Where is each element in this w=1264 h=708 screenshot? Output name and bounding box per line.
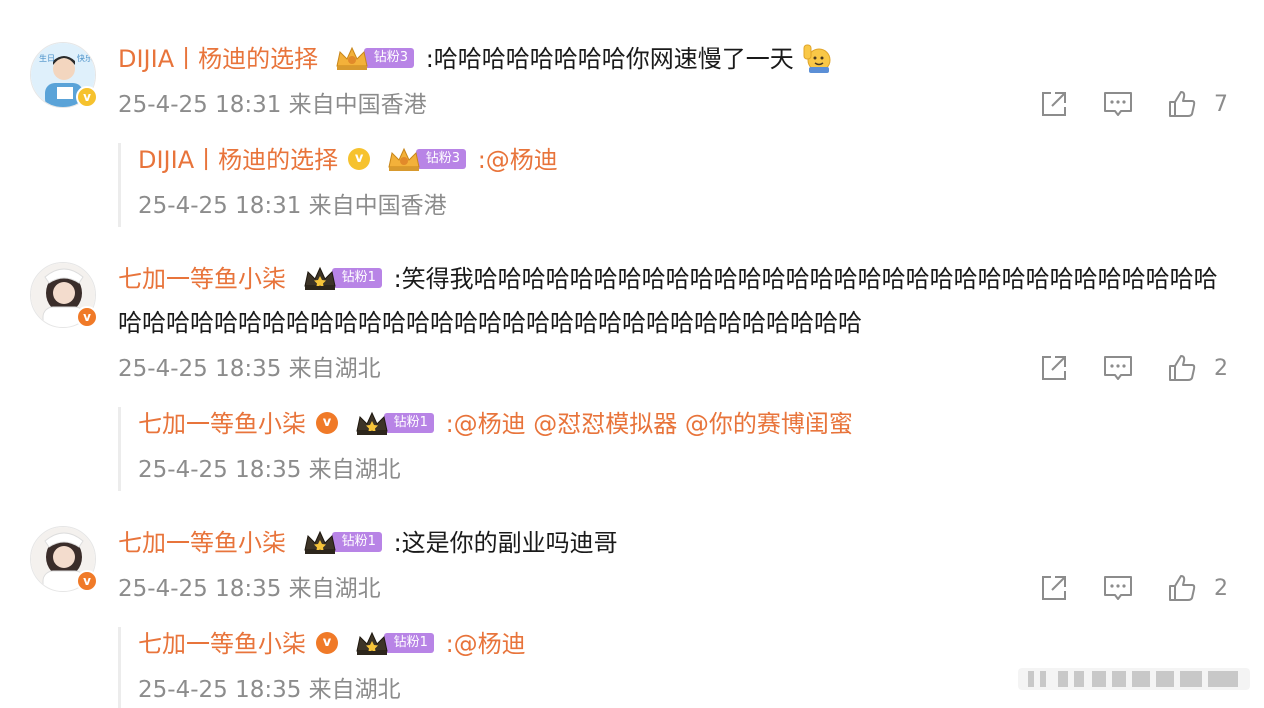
comment-header: DIJIA丨杨迪的选择 钻粉3 :哈哈哈哈哈哈哈哈你网速慢了一天: [118, 42, 833, 76]
verified-badge-icon: v: [76, 570, 98, 592]
comment-actions: 2: [1006, 352, 1228, 384]
reply-header: 七加一等鱼小柒 v 钻粉1 :@杨迪: [138, 627, 526, 661]
reply-block: DIJIA丨杨迪的选择 v 钻粉3 :@杨迪 25-4-25 18:31 来自中国…: [118, 143, 1221, 227]
fan-level-label: 钻粉3: [415, 149, 467, 169]
like-icon[interactable]: [1166, 352, 1198, 384]
fan-crown-icon: [388, 147, 420, 171]
fan-level-label: 钻粉1: [331, 268, 382, 288]
reply-time: 25-4-25 18:35 来自湖北: [138, 457, 401, 483]
comment-text: :笑得我哈哈哈哈哈哈哈哈哈哈哈哈哈哈哈哈哈哈哈哈哈哈哈哈哈哈哈哈哈哈哈: [393, 265, 1218, 293]
reply-header: DIJIA丨杨迪的选择 v 钻粉3 :@杨迪: [138, 143, 558, 177]
verified-badge-icon: v: [316, 632, 338, 654]
fan-badge: 钻粉3: [386, 145, 467, 173]
comment-time: 25-4-25 18:31 来自中国香港: [118, 92, 427, 118]
fan-badge: 钻粉1: [354, 409, 434, 437]
comment-icon[interactable]: [1102, 352, 1134, 384]
share-icon[interactable]: [1038, 88, 1070, 120]
fan-level-label: 钻粉1: [383, 633, 434, 653]
like-count: 7: [1214, 91, 1228, 117]
comment-actions: 7: [1006, 88, 1228, 120]
comment-username[interactable]: DIJIA丨杨迪的选择: [118, 45, 318, 73]
like-icon[interactable]: [1166, 572, 1198, 604]
reply-username[interactable]: DIJIA丨杨迪的选择: [138, 146, 338, 174]
fan-crown-icon: [304, 530, 336, 554]
comment-time: 25-4-25 18:35 来自湖北: [118, 356, 381, 382]
comment-text: :这是你的副业吗迪哥: [393, 529, 618, 557]
comment-text: :哈哈哈哈哈哈哈哈你网速慢了一天: [425, 45, 794, 73]
reply-text[interactable]: :@杨迪 @怼怼模拟器 @你的赛博闺蜜: [446, 410, 853, 438]
comment-username[interactable]: 七加一等鱼小柒: [118, 529, 286, 557]
reply-text[interactable]: :@杨迪: [478, 146, 558, 174]
avatar[interactable]: v: [30, 526, 98, 592]
fan-level-label: 钻粉1: [331, 532, 382, 552]
reply-time: 25-4-25 18:31 来自中国香港: [138, 193, 447, 219]
reply-header: 七加一等鱼小柒 v 钻粉1 :@杨迪 @怼怼模拟器 @你的赛博闺蜜: [138, 407, 853, 441]
fan-crown-icon: [356, 631, 388, 655]
comment-text-continued: 哈哈哈哈哈哈哈哈哈哈哈哈哈哈哈哈哈哈哈哈哈哈哈哈哈哈哈哈哈哈哈: [118, 309, 862, 337]
like-count: 2: [1214, 575, 1228, 601]
comment-icon[interactable]: [1102, 88, 1134, 120]
fan-badge: 钻粉1: [354, 629, 434, 657]
fan-badge: 钻粉3: [334, 44, 415, 72]
fan-crown-icon: [356, 411, 388, 435]
comment-time: 25-4-25 18:35 来自湖北: [118, 576, 381, 602]
reply-block: 七加一等鱼小柒 v 钻粉1 :@杨迪 @怼怼模拟器 @你的赛博闺蜜 25-4-25…: [118, 407, 1221, 491]
reply-text[interactable]: :@杨迪: [446, 630, 526, 658]
svg-text:生日: 生日: [39, 53, 55, 63]
share-icon[interactable]: [1038, 352, 1070, 384]
svg-text:快乐: 快乐: [77, 53, 93, 63]
verified-badge-icon: v: [348, 148, 371, 170]
fan-crown-icon: [304, 266, 336, 290]
verified-badge-icon: v: [316, 412, 338, 434]
reply-username[interactable]: 七加一等鱼小柒: [138, 630, 306, 658]
watermark-bars-icon: [1018, 668, 1250, 690]
verified-badge-icon: v: [76, 306, 98, 328]
like-count: 2: [1214, 355, 1228, 381]
comment-header: 七加一等鱼小柒 钻粉1 :这是你的副业吗迪哥: [118, 526, 618, 560]
share-icon[interactable]: [1038, 572, 1070, 604]
raise-hand-emoji-icon: [803, 44, 831, 73]
avatar[interactable]: 生日 快乐 v: [30, 42, 98, 108]
fan-level-label: 钻粉3: [363, 48, 415, 68]
verified-badge-icon: v: [76, 86, 98, 108]
reply-username[interactable]: 七加一等鱼小柒: [138, 410, 306, 438]
comment-actions: 2: [1006, 572, 1228, 604]
fan-badge: 钻粉1: [302, 264, 382, 292]
avatar[interactable]: v: [30, 262, 98, 328]
comment-header: 七加一等鱼小柒 钻粉1 :笑得我哈哈哈哈哈哈哈哈哈哈哈哈哈哈哈哈哈哈哈哈哈哈哈哈…: [118, 262, 1218, 296]
like-icon[interactable]: [1166, 88, 1198, 120]
fan-level-label: 钻粉1: [383, 413, 434, 433]
comment-username[interactable]: 七加一等鱼小柒: [118, 265, 286, 293]
comment-icon[interactable]: [1102, 572, 1134, 604]
reply-time: 25-4-25 18:35 来自湖北: [138, 677, 401, 703]
fan-crown-icon: [336, 46, 368, 70]
fan-badge: 钻粉1: [302, 528, 382, 556]
